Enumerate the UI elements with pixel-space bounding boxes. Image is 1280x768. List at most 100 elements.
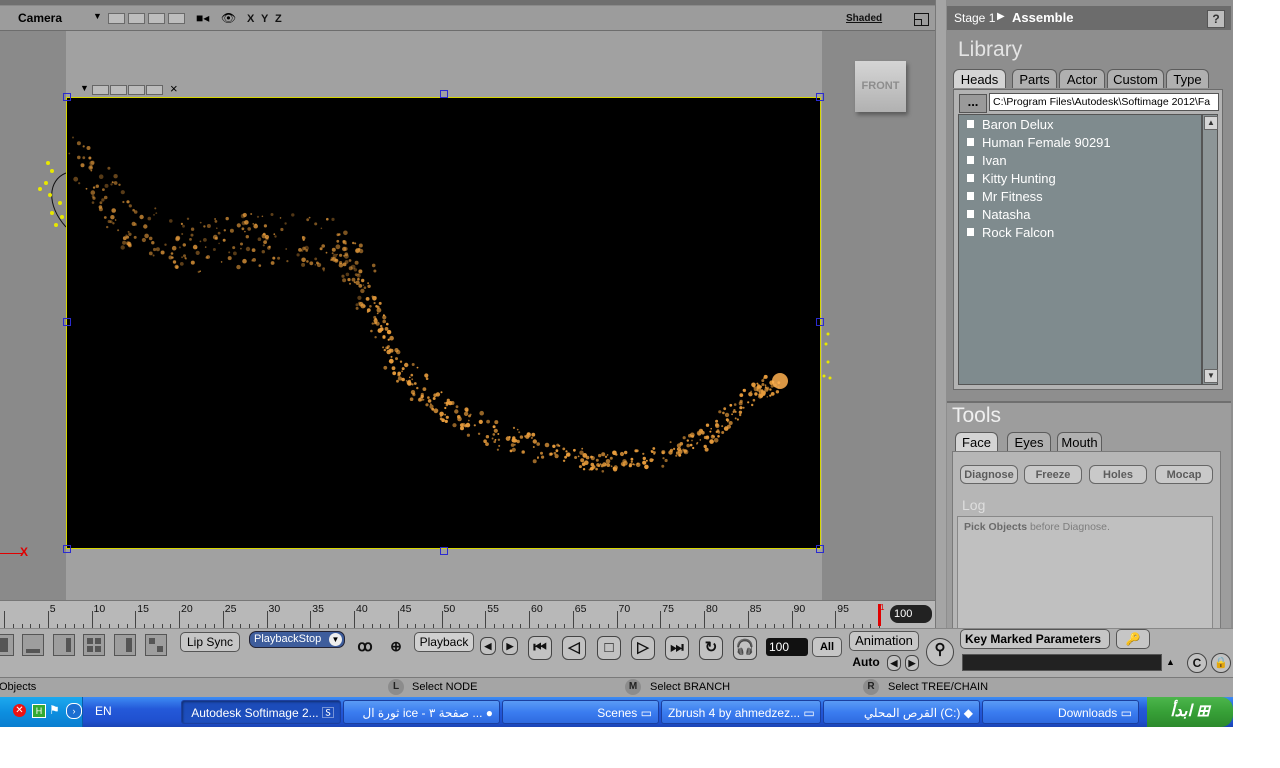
display-mode-menu[interactable]: Shaded <box>846 13 882 24</box>
character-key-icon[interactable]: 🔑 <box>1116 629 1150 649</box>
maximize-icon[interactable] <box>914 13 929 26</box>
play-backward-icon[interactable]: ◁ <box>562 636 586 660</box>
taskbar-item[interactable]: ثورة ال ice - صفحة ٣ ... ● <box>343 700 500 724</box>
eye-icon[interactable]: 👁 <box>221 11 236 25</box>
view-cube[interactable]: FRONT <box>855 61 906 112</box>
list-item[interactable]: Kitty Hunting <box>967 171 1056 189</box>
show-hidden-icons-icon[interactable]: › <box>66 703 82 719</box>
antivirus-icon[interactable]: ✕ <box>13 704 26 717</box>
resize-handle[interactable] <box>63 318 71 326</box>
playback-fps-field[interactable]: 100 <box>766 638 808 656</box>
auto-key-button[interactable]: Auto <box>849 653 883 673</box>
memo-slot-3[interactable] <box>148 13 165 24</box>
camera-view-menu[interactable]: Camera ▼ <box>0 10 104 26</box>
character-list[interactable]: Baron Delux Human Female 90291 Ivan Kitt… <box>958 114 1202 385</box>
playback-menu-button[interactable]: Playback <box>414 632 474 652</box>
next-key-icon[interactable]: ▶ <box>905 655 919 671</box>
clear-icon[interactable]: C <box>1187 653 1207 673</box>
render-region-toolbar[interactable]: ▼ × <box>76 81 184 96</box>
taskbar-item[interactable]: Scenes ▭ <box>502 700 659 724</box>
tab-eyes[interactable]: Eyes <box>1007 432 1051 451</box>
list-scrollbar[interactable]: ▲ ▼ <box>1202 114 1218 385</box>
playback-mode-dropdown[interactable]: PlaybackStop ▼ <box>249 631 345 648</box>
panel-splitter[interactable] <box>935 0 946 629</box>
scroll-up-icon[interactable]: ▲ <box>1204 116 1218 130</box>
resize-handle[interactable] <box>63 93 71 101</box>
layout-side-button[interactable] <box>53 634 75 656</box>
all-frames-button[interactable]: All <box>812 637 842 657</box>
animation-menu-button[interactable]: Animation <box>849 631 919 651</box>
layout-single-button[interactable] <box>0 634 14 656</box>
tab-type[interactable]: Type <box>1166 69 1209 88</box>
resize-handle[interactable] <box>816 318 824 326</box>
start-button[interactable]: ابدأ ⊞ <box>1147 697 1233 727</box>
camera-icon[interactable]: ■◂ <box>196 11 209 25</box>
close-icon[interactable]: × <box>170 81 178 96</box>
scroll-down-icon[interactable]: ▼ <box>1204 369 1218 383</box>
lip-sync-button[interactable]: Lip Sync <box>180 632 240 652</box>
layout-grid-button[interactable] <box>145 634 167 656</box>
layout-split-button[interactable] <box>114 634 136 656</box>
first-frame-icon[interactable]: ⏮ <box>528 636 552 660</box>
step-forward-icon[interactable]: ▶ <box>502 637 518 655</box>
end-frame-field[interactable]: 100 <box>890 605 932 623</box>
freeze-button[interactable]: Freeze <box>1024 465 1082 484</box>
list-item[interactable]: Ivan <box>967 153 1007 171</box>
tab-heads[interactable]: Heads <box>953 69 1006 88</box>
tab-custom[interactable]: Custom <box>1107 69 1164 88</box>
language-indicator[interactable]: EN <box>95 704 112 718</box>
app-tray-icon[interactable]: H <box>32 704 46 718</box>
loop-playback-icon[interactable]: ↻ <box>699 636 723 660</box>
region-option-2[interactable] <box>110 85 127 95</box>
taskbar-item[interactable]: Zbrush 4 by ahmedzez... ▭ <box>661 700 821 724</box>
tab-parts[interactable]: Parts <box>1012 69 1057 88</box>
render-region[interactable] <box>66 97 821 549</box>
network-icon[interactable]: ⚑ <box>49 703 60 717</box>
list-item[interactable]: Baron Delux <box>967 117 1054 135</box>
resize-handle[interactable] <box>816 545 824 553</box>
layout-four-button[interactable] <box>83 634 105 656</box>
list-item[interactable]: Natasha <box>967 207 1030 225</box>
timeline[interactable]: 5 10 15 20 25 30 35 40 45 50 55 60 65 70 75 80 85 90 95 <box>0 600 935 631</box>
key-marked-parameters-button[interactable]: Key Marked Parameters <box>960 629 1110 649</box>
list-item[interactable]: Human Female 90291 <box>967 135 1111 153</box>
key-icon[interactable]: ⚲ <box>926 638 954 666</box>
memo-slot-1[interactable] <box>108 13 125 24</box>
list-item[interactable]: Rock Falcon <box>967 225 1054 243</box>
library-path-field[interactable]: C:\Program Files\Autodesk\Softimage 2012… <box>989 93 1219 111</box>
chevron-up-icon[interactable]: ▲ <box>1166 657 1175 667</box>
prev-key-icon[interactable]: ◀ <box>887 655 901 671</box>
tab-face[interactable]: Face <box>955 432 998 451</box>
stop-icon[interactable]: □ <box>597 636 621 660</box>
step-back-icon[interactable]: ◀ <box>480 637 496 655</box>
axis-x-toggle[interactable]: X <box>247 13 254 25</box>
lock-icon[interactable]: 🔒 <box>1211 653 1231 673</box>
help-button[interactable]: ? <box>1207 10 1225 28</box>
memo-slot-2[interactable] <box>128 13 145 24</box>
holes-button[interactable]: Holes <box>1089 465 1147 484</box>
diagnose-button[interactable]: Diagnose <box>960 465 1018 484</box>
resize-handle[interactable] <box>63 545 71 553</box>
camera-viewport[interactable]: Camera ▼ ■◂ 👁 X Y Z Shaded ▼ × FRONT X <box>0 0 935 600</box>
layout-bottom-button[interactable] <box>22 634 44 656</box>
mocap-button[interactable]: Mocap <box>1155 465 1213 484</box>
resize-handle[interactable] <box>816 93 824 101</box>
taskbar-item[interactable]: Autodesk Softimage 2... 🅂 <box>181 700 341 724</box>
audio-icon[interactable]: 🎧 <box>733 636 757 660</box>
tab-mouth[interactable]: Mouth <box>1057 432 1102 451</box>
resize-handle[interactable] <box>440 90 448 98</box>
region-option-1[interactable] <box>92 85 109 95</box>
last-frame-icon[interactable]: ⏭ <box>665 636 689 660</box>
browse-button[interactable]: ... <box>959 94 987 113</box>
keyable-set-field[interactable] <box>962 654 1162 671</box>
axis-y-toggle[interactable]: Y <box>261 13 268 25</box>
axis-z-toggle[interactable]: Z <box>275 13 282 25</box>
resize-handle[interactable] <box>440 547 448 555</box>
tab-actor[interactable]: Actor <box>1059 69 1105 88</box>
camera-capture-icon[interactable]: ⊕ <box>384 636 408 660</box>
chevron-down-icon[interactable]: ▼ <box>80 83 89 93</box>
region-option-3[interactable] <box>128 85 145 95</box>
taskbar-item[interactable]: القرص المحلي (C:) ◆ <box>823 700 980 724</box>
region-option-4[interactable] <box>146 85 163 95</box>
list-item[interactable]: Mr Fitness <box>967 189 1043 207</box>
